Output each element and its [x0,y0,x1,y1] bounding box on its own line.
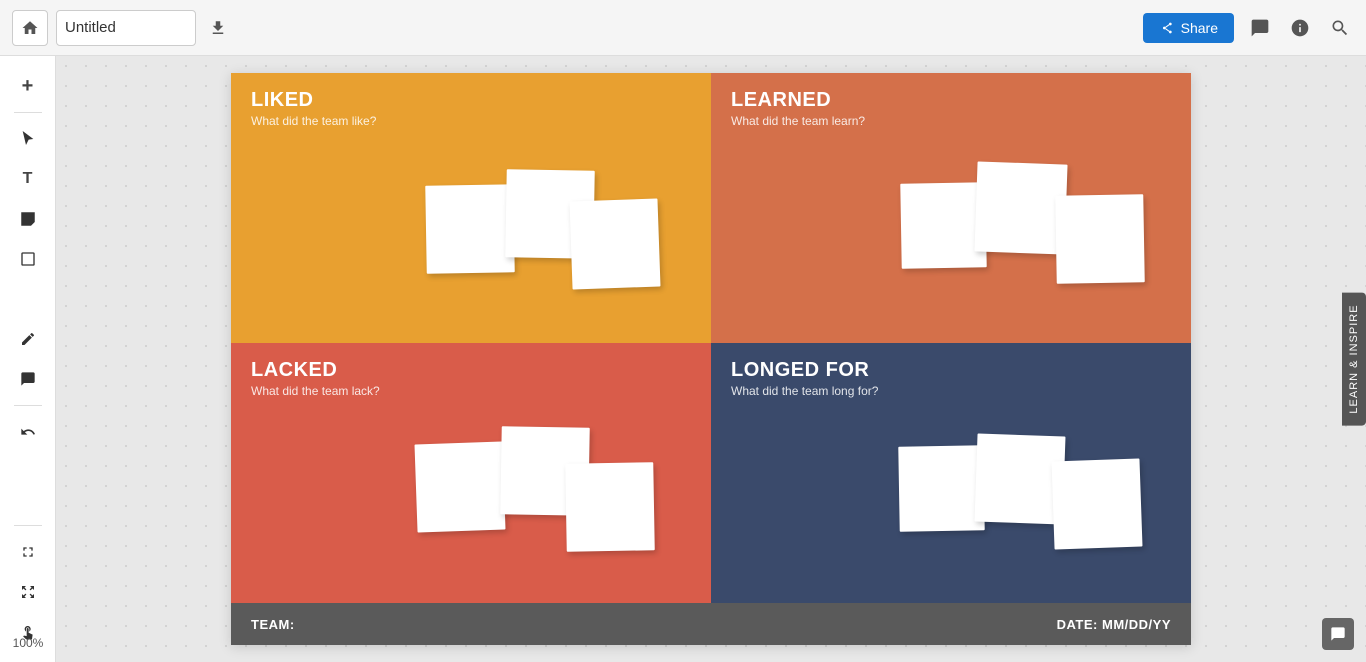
longed-quadrant: LONGED FOR What did the team long for? [711,343,1191,603]
share-label: Share [1181,20,1218,36]
lacked-subtitle: What did the team lack? [251,384,691,398]
left-toolbar: + T 100% [0,56,56,662]
lacked-stickies [231,403,711,583]
title-area: Untitled [56,10,196,46]
learned-subtitle: What did the team learn? [731,114,1171,128]
expand-tool[interactable] [10,574,46,610]
top-right-actions: Share [1143,13,1354,43]
sticky-note[interactable] [565,462,655,552]
comment-tool[interactable] [10,361,46,397]
canvas-area[interactable]: LIKED What did the team like? LEARNED Wh… [56,56,1366,662]
top-bar: Untitled Share [0,0,1366,56]
sticky-note[interactable] [1051,458,1142,549]
select-tool[interactable] [10,121,46,157]
bottom-chat-icon[interactable] [1322,618,1354,650]
sticky-tool[interactable] [10,201,46,237]
sticky-note[interactable] [974,161,1067,254]
retro-grid: LIKED What did the team like? LEARNED Wh… [231,73,1191,603]
sticky-note[interactable] [898,445,984,531]
footer-team: TEAM: [251,617,295,632]
zoom-level: 100% [0,636,56,650]
sticky-note[interactable] [569,198,660,289]
undo-tool[interactable] [10,414,46,450]
panel-label: LEARN & INSPIRE [1348,304,1360,413]
footer-date: DATE: MM/DD/YY [1057,617,1171,632]
retro-footer: TEAM: DATE: MM/DD/YY [231,603,1191,645]
text-tool[interactable]: T [10,161,46,197]
learned-title: LEARNED [731,89,1171,112]
fit-screen-tool[interactable] [10,534,46,570]
sticky-note[interactable] [1055,194,1145,284]
learned-quadrant: LEARNED What did the team learn? [711,73,1191,343]
sticky-note[interactable] [900,182,986,268]
arrow-tool[interactable] [10,281,46,317]
document-title[interactable]: Untitled [65,19,116,36]
export-button[interactable] [202,12,234,44]
longed-subtitle: What did the team long for? [731,384,1171,398]
sticky-note[interactable] [414,441,505,532]
longed-title: LONGED FOR [731,359,1171,382]
liked-quadrant: LIKED What did the team like? [231,73,711,343]
share-button[interactable]: Share [1143,13,1234,43]
home-button[interactable] [12,10,48,46]
learn-inspire-panel[interactable]: LEARN & INSPIRE [1342,292,1366,425]
learned-stickies [711,143,1191,323]
liked-title: LIKED [251,89,691,112]
longed-stickies [711,403,1191,583]
retro-board: LIKED What did the team like? LEARNED Wh… [231,73,1191,645]
liked-subtitle: What did the team like? [251,114,691,128]
chat-icon[interactable] [1246,14,1274,42]
lacked-quadrant: LACKED What did the team lack? [231,343,711,603]
pen-tool[interactable] [10,321,46,357]
sticky-note[interactable] [425,184,515,274]
info-icon[interactable] [1286,14,1314,42]
lacked-title: LACKED [251,359,691,382]
add-tool[interactable]: + [10,68,46,104]
liked-stickies [231,143,711,323]
shape-tool[interactable] [10,241,46,277]
search-icon[interactable] [1326,14,1354,42]
